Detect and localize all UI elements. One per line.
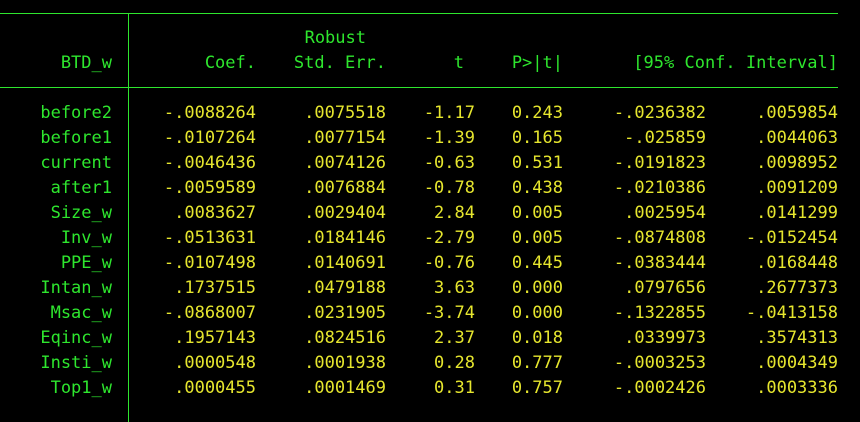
cell-ci-upper: .0141299 <box>756 203 838 223</box>
top-rule <box>0 13 838 14</box>
cell-coef: .1957143 <box>174 328 256 348</box>
cell-ci-upper: -.0413158 <box>745 303 838 323</box>
header-conf-interval: [95% Conf. Interval] <box>633 53 838 73</box>
cell-p: 0.018 <box>511 328 563 348</box>
cell-std-err: .0184146 <box>304 228 386 248</box>
cell-t: -3.74 <box>423 303 475 323</box>
cell-ci-lower: -.0236382 <box>613 103 706 123</box>
cell-ci-lower: .0797656 <box>624 278 706 298</box>
cell-coef: -.0059589 <box>163 178 256 198</box>
cell-t: 2.84 <box>434 203 475 223</box>
cell-ci-lower: -.0383444 <box>613 253 706 273</box>
cell-variable: before1 <box>40 128 112 148</box>
cell-variable: Size_w <box>50 203 112 223</box>
cell-t: 3.63 <box>434 278 475 298</box>
cell-p: 0.438 <box>511 178 563 198</box>
cell-p: 0.000 <box>511 278 563 298</box>
cell-p: 0.243 <box>511 103 563 123</box>
cell-ci-upper: .3574313 <box>756 328 838 348</box>
cell-p: 0.165 <box>511 128 563 148</box>
cell-coef: -.0107264 <box>163 128 256 148</box>
cell-variable: Inv_w <box>60 228 112 248</box>
cell-ci-lower: .0339973 <box>624 328 706 348</box>
cell-coef: .1737515 <box>174 278 256 298</box>
column-divider <box>128 14 129 422</box>
cell-std-err: .0001469 <box>304 378 386 398</box>
cell-coef: -.0868007 <box>163 303 256 323</box>
cell-ci-upper: .0168448 <box>756 253 838 273</box>
cell-ci-upper: -.0152454 <box>745 228 838 248</box>
cell-std-err: .0231905 <box>304 303 386 323</box>
cell-variable: Insti_w <box>40 353 112 373</box>
cell-std-err: .0479188 <box>304 278 386 298</box>
cell-ci-lower: -.1322855 <box>613 303 706 323</box>
cell-p: 0.757 <box>511 378 563 398</box>
cell-std-err: .0075518 <box>304 103 386 123</box>
header-robust: Robust <box>304 28 366 48</box>
cell-std-err: .0077154 <box>304 128 386 148</box>
header-p: P>|t| <box>511 53 563 73</box>
cell-ci-lower: -.0191823 <box>613 153 706 173</box>
cell-ci-upper: .0091209 <box>756 178 838 198</box>
header-depvar: BTD_w <box>60 53 112 73</box>
cell-std-err: .0824516 <box>304 328 386 348</box>
cell-ci-lower: -.0003253 <box>613 353 706 373</box>
cell-ci-upper: .0004349 <box>756 353 838 373</box>
cell-ci-lower: -.0874808 <box>613 228 706 248</box>
cell-p: 0.445 <box>511 253 563 273</box>
cell-coef: .0083627 <box>174 203 256 223</box>
cell-coef: -.0513631 <box>163 228 256 248</box>
cell-t: 0.31 <box>434 378 475 398</box>
cell-t: -0.76 <box>423 253 475 273</box>
cell-ci-upper: .0003336 <box>756 378 838 398</box>
cell-ci-upper: .0098952 <box>756 153 838 173</box>
cell-std-err: .0001938 <box>304 353 386 373</box>
cell-coef: .0000548 <box>174 353 256 373</box>
cell-t: 2.37 <box>434 328 475 348</box>
cell-ci-lower: -.0002426 <box>613 378 706 398</box>
cell-coef: -.0107498 <box>163 253 256 273</box>
header-rule <box>0 87 838 88</box>
cell-ci-lower: -.0210386 <box>613 178 706 198</box>
cell-ci-lower: .0025954 <box>624 203 706 223</box>
cell-variable: before2 <box>40 103 112 123</box>
cell-std-err: .0074126 <box>304 153 386 173</box>
cell-t: -0.78 <box>423 178 475 198</box>
cell-variable: Intan_w <box>40 278 112 298</box>
cell-p: 0.005 <box>511 203 563 223</box>
cell-coef: -.0046436 <box>163 153 256 173</box>
cell-ci-upper: .0059854 <box>756 103 838 123</box>
cell-std-err: .0140691 <box>304 253 386 273</box>
cell-std-err: .0029404 <box>304 203 386 223</box>
cell-p: 0.777 <box>511 353 563 373</box>
cell-variable: Msac_w <box>50 303 112 323</box>
cell-t: -1.17 <box>423 103 475 123</box>
cell-p: 0.005 <box>511 228 563 248</box>
cell-variable: Eqinc_w <box>40 328 112 348</box>
cell-coef: -.0088264 <box>163 103 256 123</box>
cell-ci-upper: .0044063 <box>756 128 838 148</box>
cell-variable: PPE_w <box>60 253 112 273</box>
cell-t: -1.39 <box>423 128 475 148</box>
cell-p: 0.531 <box>511 153 563 173</box>
cell-t: -2.79 <box>423 228 475 248</box>
cell-p: 0.000 <box>511 303 563 323</box>
cell-std-err: .0076884 <box>304 178 386 198</box>
cell-variable: after1 <box>50 178 112 198</box>
cell-t: 0.28 <box>434 353 475 373</box>
cell-variable: Top1_w <box>50 378 112 398</box>
cell-variable: current <box>40 153 112 173</box>
header-t: t <box>453 53 464 73</box>
header-coef: Coef. <box>204 53 256 73</box>
cell-t: -0.63 <box>423 153 475 173</box>
cell-ci-upper: .2677373 <box>756 278 838 298</box>
header-std-err: Std. Err. <box>293 53 386 73</box>
cell-coef: .0000455 <box>174 378 256 398</box>
cell-ci-lower: -.025859 <box>624 128 706 148</box>
